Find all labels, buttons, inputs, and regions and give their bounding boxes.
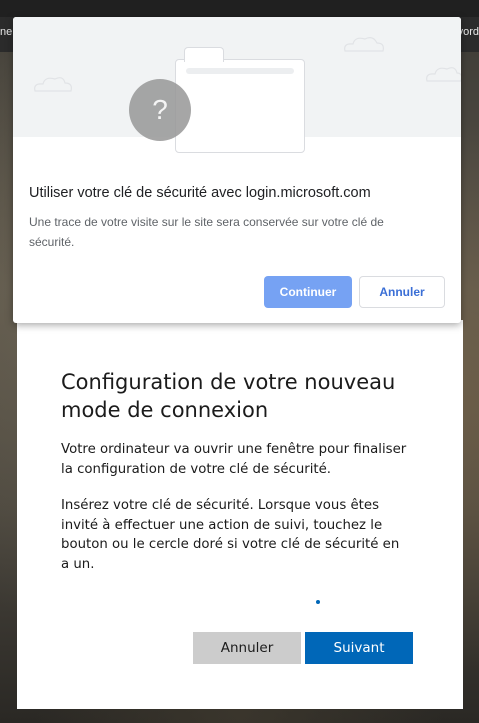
dialog-description: Une trace de votre visite sur le site se… (29, 215, 384, 249)
signin-card: Configuration de votre nouveau mode de c… (17, 320, 463, 709)
instruction-paragraph-1: Votre ordinateur va ouvrir une fenêtre p… (61, 442, 407, 477)
address-bar-illustration (186, 68, 294, 74)
cloud-icon (426, 67, 461, 82)
dialog-illustration: ? (13, 17, 461, 153)
question-mark-icon: ? (129, 79, 191, 141)
browser-tab-illustration (184, 47, 224, 62)
dialog-title: Utiliser votre clé de sécurité avec logi… (29, 185, 371, 201)
continue-button[interactable]: Continuer (264, 276, 352, 308)
instruction-paragraph-2: Insérez votre clé de sécurité. Lorsque v… (61, 498, 400, 572)
progress-dot (316, 600, 320, 604)
bookmark-fragment-left[interactable]: ne (0, 26, 12, 38)
cancel-button[interactable]: Annuler (193, 632, 301, 664)
page-title: Configuration de votre nouveau mode de c… (61, 370, 396, 422)
next-button[interactable]: Suivant (305, 632, 413, 664)
browser-window-illustration (175, 47, 305, 153)
browser-tab-strip (0, 0, 479, 17)
security-key-dialog: ? Utiliser votre clé de sécurité avec lo… (13, 17, 461, 323)
dialog-cancel-button[interactable]: Annuler (359, 276, 445, 308)
cloud-icon (344, 37, 384, 52)
cloud-icon (34, 77, 72, 92)
